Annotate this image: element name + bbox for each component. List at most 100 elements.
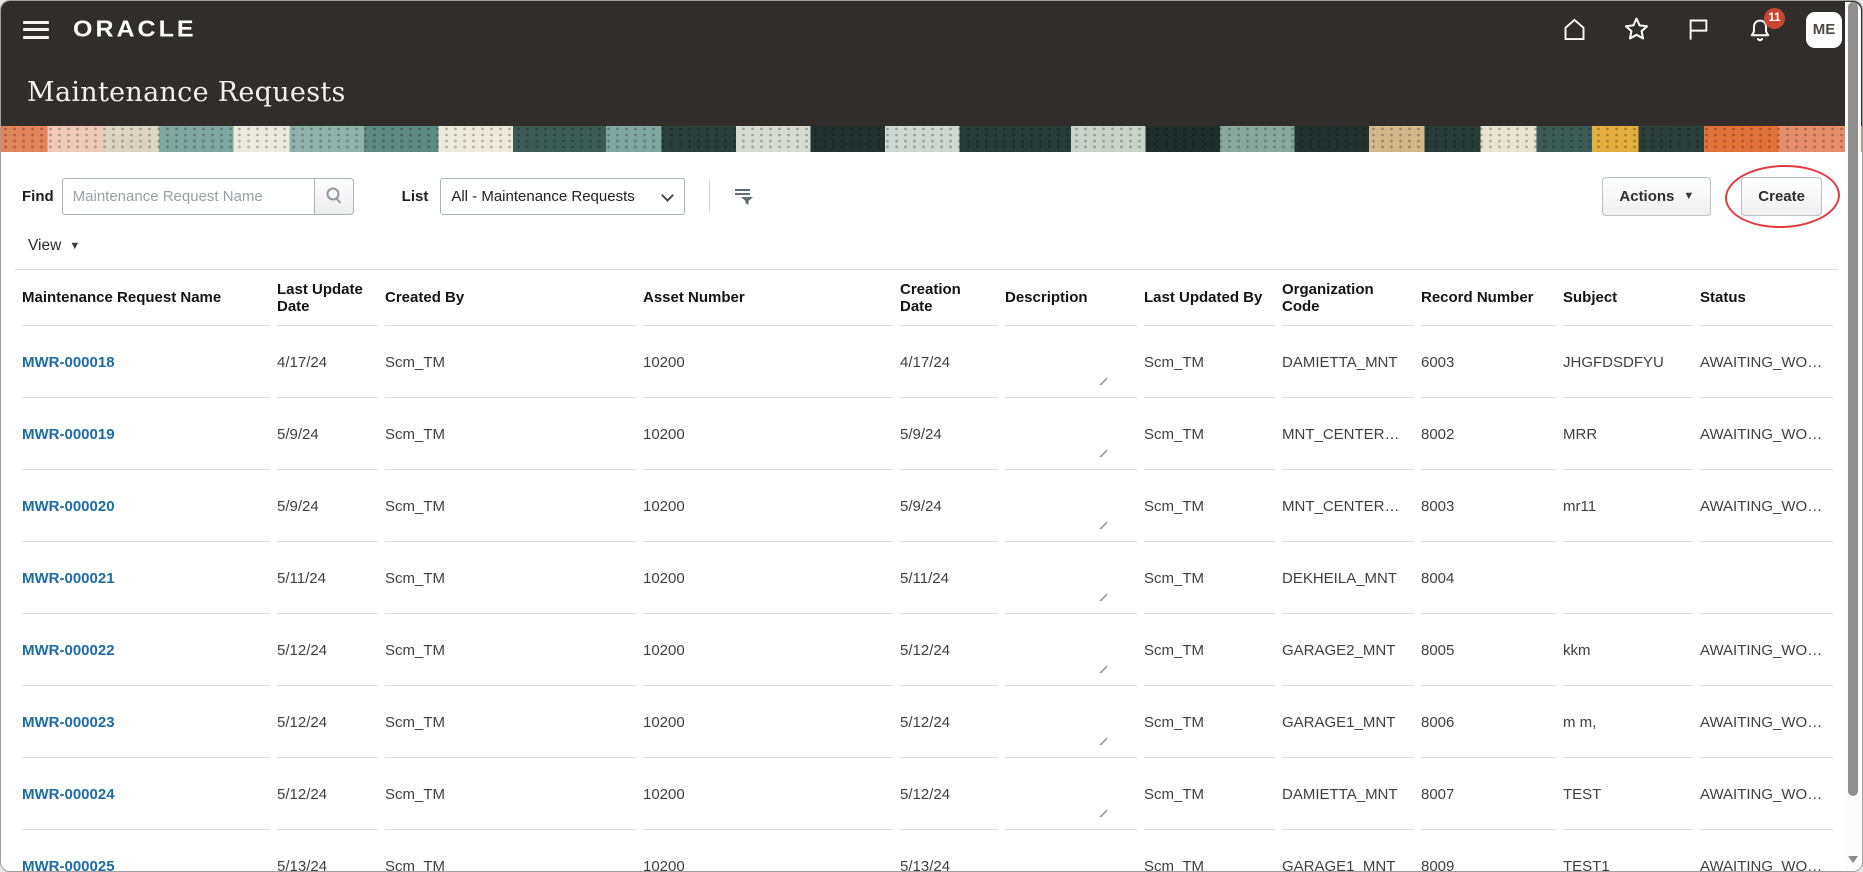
col-header-creation-date[interactable]: Creation Date [900, 270, 1005, 326]
col-header-subject[interactable]: Subject [1563, 270, 1700, 326]
cell-subject: MRR [1563, 398, 1700, 470]
actions-button[interactable]: Actions ▼ [1602, 176, 1712, 216]
notifications-bell-icon[interactable]: 11 [1744, 7, 1785, 46]
description-textarea[interactable] [1005, 695, 1107, 749]
cell-name: MWR-000024 [22, 758, 277, 830]
description-textarea[interactable] [1005, 623, 1107, 677]
description-textarea[interactable] [1005, 479, 1107, 533]
cell-description [1005, 614, 1144, 686]
cell-record-number: 8007 [1421, 758, 1563, 830]
resize-grip-icon[interactable] [1096, 446, 1107, 457]
request-link[interactable]: MWR-000020 [22, 498, 115, 515]
description-textarea[interactable] [1005, 407, 1107, 461]
cell-organization-code: MNT_CENTER… [1282, 398, 1421, 470]
resize-grip-icon[interactable] [1096, 590, 1107, 601]
cell-creation-date: 4/17/24 [900, 326, 1005, 398]
resize-grip-icon[interactable] [1096, 662, 1107, 673]
cell-created-by: Scm_TM [385, 830, 643, 872]
col-header-created-by[interactable]: Created By [385, 270, 643, 326]
vertical-scrollbar[interactable] [1845, 2, 1861, 870]
col-header-status[interactable]: Status [1700, 270, 1840, 326]
cell-creation-date: 5/12/24 [900, 686, 1005, 758]
description-textarea[interactable] [1005, 839, 1107, 871]
cell-creation-date: 5/12/24 [900, 758, 1005, 830]
search-icon [326, 187, 341, 204]
cell-organization-code: GARAGE2_MNT [1282, 614, 1421, 686]
home-icon[interactable] [1558, 14, 1590, 46]
col-header-last-updated-by[interactable]: Last Updated By [1144, 270, 1282, 326]
col-header-maintenance-request-name[interactable]: Maintenance Request Name [22, 270, 277, 326]
cell-name: MWR-000023 [22, 686, 277, 758]
resize-grip-icon[interactable] [1096, 806, 1107, 817]
list-select[interactable]: All - Maintenance Requests [440, 177, 686, 215]
cell-organization-code: GARAGE1_MNT [1282, 830, 1421, 872]
favorites-star-icon[interactable] [1620, 14, 1652, 46]
resize-grip-icon[interactable] [1096, 518, 1107, 529]
create-button[interactable]: Create [1741, 176, 1822, 216]
find-label: Find [22, 187, 54, 205]
request-link[interactable]: MWR-000023 [22, 714, 115, 731]
find-input[interactable] [61, 177, 314, 215]
cell-subject: m m, [1563, 686, 1700, 758]
col-header-description[interactable]: Description [1005, 270, 1144, 326]
resize-grip-icon[interactable] [1096, 374, 1107, 385]
view-dropdown-arrow-icon: ▼ [69, 240, 81, 252]
cell-last-updated-by: Scm_TM [1144, 398, 1282, 470]
query-by-example-filter-icon[interactable] [732, 184, 756, 208]
title-row: Maintenance Requests [1, 58, 1862, 126]
cell-status: AWAITING_WO… [1700, 326, 1840, 398]
description-textarea[interactable] [1005, 335, 1107, 389]
cell-organization-code: MNT_CENTER… [1282, 470, 1421, 542]
view-menu[interactable]: View ▼ [28, 237, 98, 255]
cell-created-by: Scm_TM [385, 758, 643, 830]
col-header-asset-number[interactable]: Asset Number [643, 270, 900, 326]
request-link[interactable]: MWR-000021 [22, 570, 115, 587]
view-menu-label: View [28, 237, 62, 254]
request-link[interactable]: MWR-000019 [22, 426, 115, 443]
table-row: MWR-000018 4/17/24 Scm_TM 10200 4/17/24 Scm_T… [22, 326, 1840, 398]
cell-creation-date: 5/13/24 [900, 830, 1005, 872]
cell-last-update-date: 4/17/24 [277, 326, 385, 398]
description-textarea[interactable] [1005, 551, 1107, 605]
app-header: ORACLE 11 ME Maintenance Requests [1, 1, 1862, 126]
cell-last-updated-by: Scm_TM [1144, 614, 1282, 686]
cell-created-by: Scm_TM [385, 614, 643, 686]
cell-last-update-date: 5/9/24 [277, 470, 385, 542]
cell-last-updated-by: Scm_TM [1144, 470, 1282, 542]
cell-record-number: 8002 [1421, 398, 1563, 470]
cell-creation-date: 5/12/24 [900, 614, 1005, 686]
table-row: MWR-000022 5/12/24 Scm_TM 10200 5/12/24 Scm_T… [22, 614, 1840, 686]
request-link[interactable]: MWR-000018 [22, 354, 115, 371]
cell-record-number: 8006 [1421, 686, 1563, 758]
search-button[interactable] [313, 177, 354, 215]
request-link[interactable]: MWR-000022 [22, 642, 115, 659]
cell-record-number: 8003 [1421, 470, 1563, 542]
resize-grip-icon[interactable] [1096, 734, 1107, 745]
cell-status: AWAITING_WO… [1700, 830, 1840, 872]
request-link[interactable]: MWR-000025 [22, 858, 115, 872]
cell-creation-date: 5/9/24 [900, 470, 1005, 542]
user-avatar[interactable]: ME [1806, 11, 1842, 48]
description-textarea[interactable] [1005, 767, 1107, 821]
cell-created-by: Scm_TM [385, 470, 643, 542]
cell-name: MWR-000021 [22, 542, 277, 614]
cell-organization-code: DAMIETTA_MNT [1282, 758, 1421, 830]
list-select-wrap: All - Maintenance Requests [440, 177, 686, 215]
scrollbar-down-arrow-icon[interactable] [1848, 856, 1858, 863]
col-header-record-number[interactable]: Record Number [1421, 270, 1563, 326]
cell-last-updated-by: Scm_TM [1144, 326, 1282, 398]
col-header-organization-code[interactable]: Organization Code [1282, 270, 1421, 326]
cell-name: MWR-000025 [22, 830, 277, 872]
hamburger-menu-icon[interactable] [21, 18, 51, 42]
cell-subject: kkm [1563, 614, 1700, 686]
request-link[interactable]: MWR-000024 [22, 786, 115, 803]
cell-status: AWAITING_WO… [1700, 686, 1840, 758]
table-header-row: Maintenance Request Name Last Update Dat… [22, 270, 1840, 326]
col-header-last-update-date[interactable]: Last Update Date [277, 270, 385, 326]
cell-subject [1563, 542, 1700, 614]
scrollbar-thumb[interactable] [1848, 2, 1858, 796]
cell-last-update-date: 5/12/24 [277, 614, 385, 686]
flag-icon[interactable] [1682, 14, 1714, 46]
oracle-logo[interactable]: ORACLE [73, 16, 197, 43]
create-button-label: Create [1758, 187, 1805, 205]
